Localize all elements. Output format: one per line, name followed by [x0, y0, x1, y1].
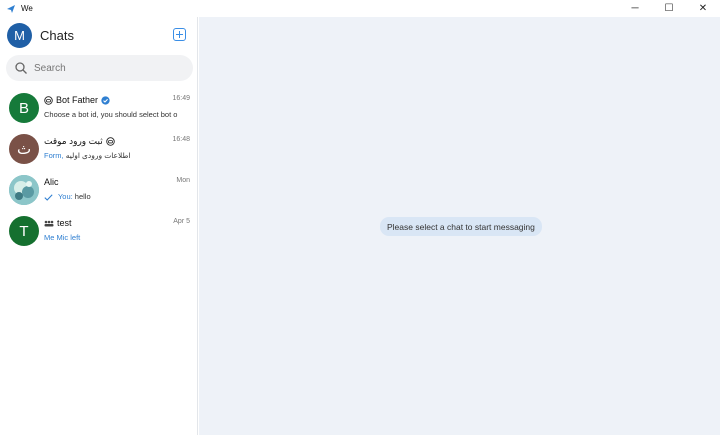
chat-list: B Bot Father 16:49 Choose a bot id, you … [0, 87, 198, 251]
minimize-button[interactable]: ─ [618, 0, 652, 17]
preview-text: hello [74, 192, 91, 201]
chat-item-bot-father[interactable]: B Bot Father 16:49 Choose a bot id, you … [0, 87, 198, 128]
app-logo-icon [7, 4, 15, 13]
chat-preview: Form, اطلاعات ورودی اولیه [44, 151, 190, 160]
chat-item-alic[interactable]: Alic Mon You: hello [0, 169, 198, 210]
avatar: B [9, 93, 39, 123]
search-box[interactable] [6, 55, 193, 81]
chat-time: 16:48 [172, 136, 190, 143]
chat-item-test[interactable]: T test Apr 5 Me Mic left [0, 210, 198, 251]
chat-name-row: ثبت ورود موقت 16:48 [44, 135, 190, 147]
chat-preview: You: hello [44, 192, 190, 201]
preview-prefix: You: [57, 192, 73, 201]
chat-name-row: Bot Father 16:49 [44, 94, 190, 106]
preview-text: اطلاعات ورودی اولیه [65, 151, 131, 160]
search-icon [15, 62, 27, 74]
maximize-button[interactable]: ☐ [652, 0, 686, 17]
chat-time: 16:49 [172, 95, 190, 102]
new-chat-icon[interactable] [173, 28, 186, 41]
chat-time: Apr 5 [173, 218, 190, 225]
chat-name: test [57, 218, 72, 228]
preview-prefix: Form, [44, 151, 64, 160]
sent-check-icon [44, 193, 53, 201]
empty-state-message: Please select a chat to start messaging [380, 217, 542, 236]
window-controls: ─ ☐ ✕ [618, 0, 720, 17]
verified-icon [101, 95, 110, 105]
avatar: ث [9, 134, 39, 164]
window-title: We [21, 4, 33, 13]
chat-name-row: test Apr 5 [44, 217, 190, 229]
chat-preview: Choose a bot id, you should select bot o [44, 110, 178, 119]
close-button[interactable]: ✕ [686, 0, 720, 17]
avatar [9, 175, 39, 205]
sidebar: M Chats B Bot Father 16:49 [0, 17, 198, 435]
group-icon [44, 220, 54, 226]
chat-time: Mon [176, 177, 190, 184]
chat-name: Alic [44, 177, 59, 187]
title-bar: We ─ ☐ ✕ [0, 0, 720, 17]
chat-name: ثبت ورود موقت [44, 135, 103, 146]
sidebar-header: M Chats [0, 17, 198, 53]
search-input[interactable] [34, 62, 184, 74]
avatar: T [9, 216, 39, 246]
sidebar-title: Chats [40, 28, 74, 43]
chat-name-row: Alic Mon [44, 176, 190, 188]
chat-name: Bot Father [56, 95, 99, 105]
chat-area: Please select a chat to start messaging [199, 17, 720, 435]
avatar-photo [9, 175, 39, 205]
chat-item-temp-login[interactable]: ث ثبت ورود موقت 16:48 Form, اطلاعات ورود… [0, 128, 198, 169]
chat-preview: Me Mic left [44, 233, 81, 242]
bot-icon [44, 95, 53, 105]
my-avatar[interactable]: M [7, 23, 32, 48]
bot-icon [105, 136, 115, 146]
